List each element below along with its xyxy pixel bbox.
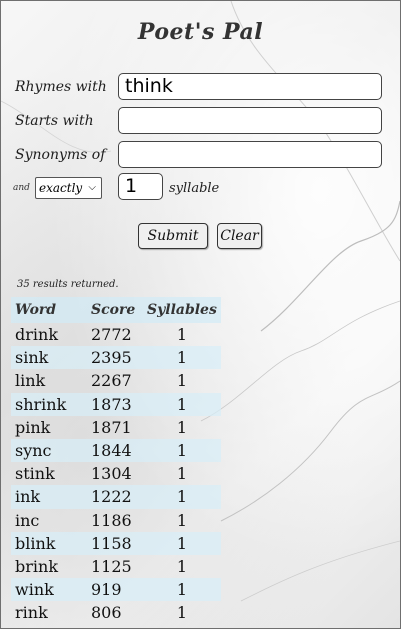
match-mode-value: exactly: [39, 181, 83, 195]
table-row: brink 1125 1: [11, 555, 221, 578]
table-row: pink 1871 1: [11, 416, 221, 439]
table-header-row: Word Score Syllables: [11, 297, 221, 323]
rhymes-with-label: Rhymes with: [15, 79, 107, 95]
score-cell: 2395: [87, 346, 143, 370]
table-row: inc 1186 1: [11, 509, 221, 532]
syllables-cell: 1: [176, 371, 188, 391]
score-cell: 1222: [87, 485, 143, 509]
results-table: Word Score Syllables drink 2772 1 sink 2395…: [11, 297, 221, 624]
syllables-cell: 1: [176, 464, 188, 484]
score-cell: 2772: [91, 325, 132, 345]
results-count: 35 results returned.: [17, 279, 119, 290]
score-cell: 919: [87, 578, 143, 602]
table-row: shrink 1873 1: [11, 392, 221, 416]
page: Poet's Pal Rhymes with think Starts with…: [0, 0, 401, 629]
table-row: stink 1304 1: [11, 462, 221, 485]
syllables-cell: 1: [176, 556, 188, 576]
word-cell: link: [15, 371, 46, 391]
word-cell: rink: [15, 603, 48, 623]
score-cell: 1304: [91, 464, 132, 484]
syllables-cell: 1: [143, 485, 221, 509]
synonyms-of-label: Synonyms of: [15, 147, 106, 163]
word-cell: sink: [11, 346, 87, 370]
syllables-cell: 1: [143, 531, 221, 555]
header-syllables: Syllables: [143, 297, 221, 323]
word-cell: stink: [15, 464, 55, 484]
score-cell: 806: [91, 603, 122, 623]
table-row: sink 2395 1: [11, 346, 221, 370]
match-mode-select[interactable]: exactly ⌵: [35, 177, 102, 199]
score-cell: 1186: [91, 510, 132, 530]
and-label: and: [13, 183, 30, 193]
score-cell: 1125: [91, 556, 132, 576]
word-cell: ink: [11, 485, 87, 509]
header-score: Score: [87, 297, 143, 323]
syllable-label: syllable: [169, 181, 220, 196]
syllables-cell: 1: [143, 392, 221, 416]
app-title: Poet's Pal: [137, 19, 264, 45]
table-row: rink 806 1: [11, 601, 221, 624]
syllables-cell: 1: [143, 438, 221, 463]
syllables-cell: 1: [176, 603, 188, 623]
syllables-cell: 1: [143, 578, 221, 602]
score-cell: 1844: [87, 438, 143, 463]
chevron-down-icon: ⌵: [88, 182, 96, 193]
table-row: blink 1158 1: [11, 531, 221, 555]
table-row: ink 1222 1: [11, 485, 221, 509]
clear-button[interactable]: Clear: [217, 223, 262, 249]
syllables-cell: 1: [176, 325, 188, 345]
syllables-cell: 1: [143, 346, 221, 370]
word-cell: pink: [15, 417, 51, 437]
syllables-cell: 1: [176, 510, 188, 530]
word-cell: sync: [11, 438, 87, 463]
word-cell: shrink: [11, 392, 87, 416]
word-cell: drink: [15, 325, 59, 345]
table-row: sync 1844 1: [11, 438, 221, 463]
word-cell: inc: [15, 510, 40, 530]
score-cell: 2267: [91, 371, 132, 391]
syllable-count-input[interactable]: 1: [118, 173, 163, 200]
header-word: Word: [11, 297, 87, 323]
starts-with-label: Starts with: [15, 113, 94, 129]
word-cell: brink: [15, 556, 59, 576]
syllables-cell: 1: [176, 417, 188, 437]
rhymes-with-input[interactable]: think: [118, 73, 382, 100]
score-cell: 1871: [91, 417, 132, 437]
submit-button[interactable]: Submit: [138, 223, 208, 249]
word-cell: blink: [11, 531, 87, 555]
score-cell: 1158: [87, 531, 143, 555]
word-cell: wink: [11, 578, 87, 602]
score-cell: 1873: [87, 392, 143, 416]
table-row: link 2267 1: [11, 369, 221, 392]
starts-with-input[interactable]: [118, 107, 382, 134]
synonyms-of-input[interactable]: [118, 141, 382, 168]
table-row: wink 919 1: [11, 578, 221, 602]
table-row: drink 2772 1: [11, 323, 221, 346]
